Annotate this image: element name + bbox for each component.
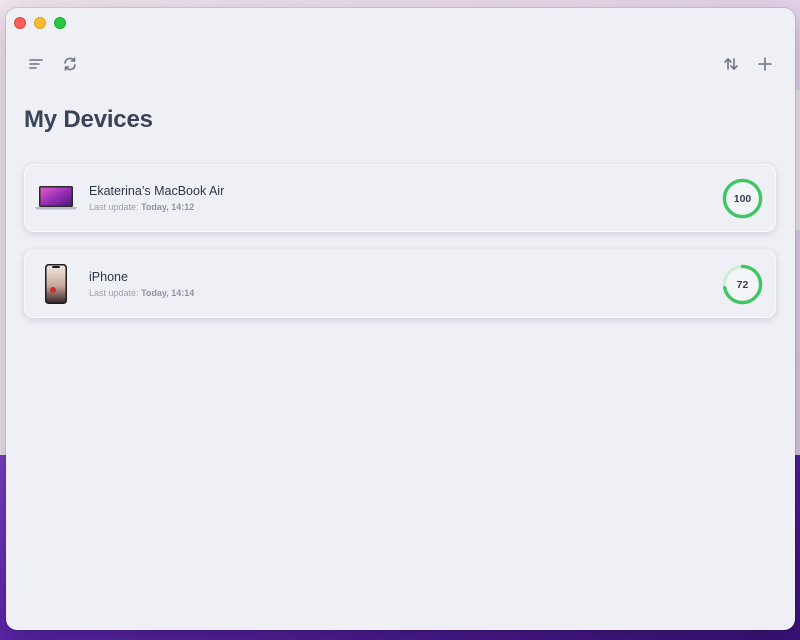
- add-device-button[interactable]: [753, 52, 777, 76]
- sort-arrows-icon: [724, 58, 738, 70]
- iphone-icon: [34, 262, 78, 306]
- macbook-icon: [34, 176, 78, 220]
- menu-lines-icon: [29, 59, 43, 69]
- sidebar-toggle-button[interactable]: [24, 52, 48, 76]
- app-window: My Devices Ekaterina’s MacBook Air Last …: [6, 8, 795, 630]
- last-update-value: Today, 14:12: [141, 202, 195, 212]
- refresh-icon: [64, 57, 76, 71]
- battery-percentage: 72: [736, 278, 749, 291]
- window-controls: [14, 17, 66, 29]
- page-title: My Devices: [24, 106, 153, 133]
- battery-percentage: 100: [733, 192, 752, 205]
- device-last-update: Last update: Today, 14:12: [89, 202, 194, 212]
- device-name: iPhone: [89, 270, 128, 284]
- minimize-window-button[interactable]: [34, 17, 46, 29]
- zoom-window-button[interactable]: [54, 17, 66, 29]
- close-window-button[interactable]: [14, 17, 26, 29]
- device-card-iphone[interactable]: iPhone Last update: Today, 14:14 72: [24, 250, 776, 318]
- last-update-label: Last update:: [89, 288, 139, 298]
- plus-icon: [758, 57, 772, 71]
- last-update-label: Last update:: [89, 202, 139, 212]
- device-card-macbook[interactable]: Ekaterina’s MacBook Air Last update: Tod…: [24, 164, 776, 232]
- sort-button[interactable]: [719, 52, 743, 76]
- device-name: Ekaterina’s MacBook Air: [89, 184, 225, 198]
- device-last-update: Last update: Today, 14:14: [89, 288, 194, 298]
- refresh-button[interactable]: [58, 52, 82, 76]
- last-update-value: Today, 14:14: [141, 288, 195, 298]
